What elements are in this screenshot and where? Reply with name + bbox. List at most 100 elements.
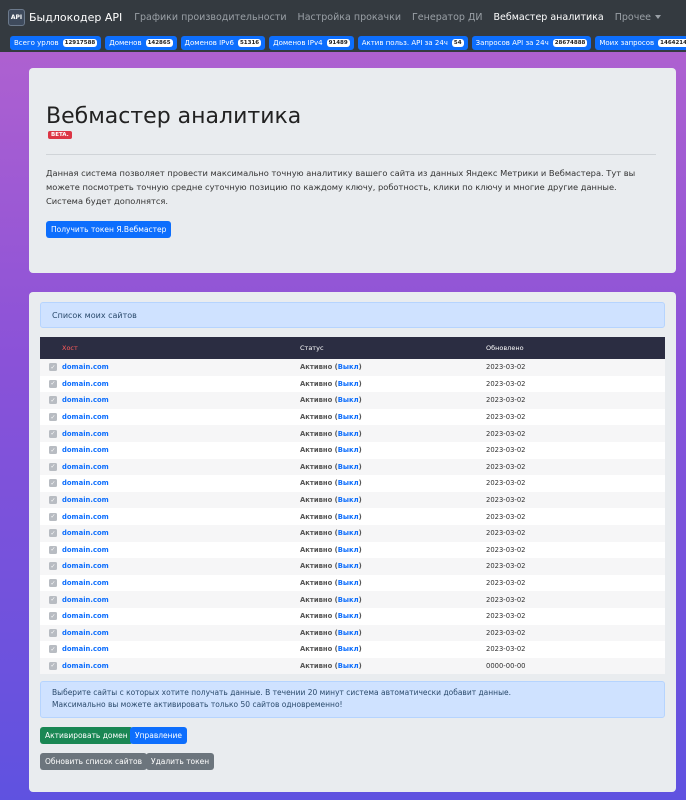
nav-link-performance-charts[interactable]: Графики производительности — [134, 12, 286, 23]
toggle-off-link[interactable]: Выкл — [338, 430, 359, 438]
toggle-off-link[interactable]: Выкл — [338, 496, 359, 504]
refresh-sites-button[interactable]: Обновить список сайтов — [40, 753, 147, 770]
host-link[interactable]: domain.com — [62, 496, 109, 504]
table-row[interactable]: ✓ domain.com Активно (Выкл) 2023-03-02 — [40, 359, 665, 376]
host-link[interactable]: domain.com — [62, 612, 109, 620]
row-checkbox[interactable]: ✓ — [49, 379, 57, 388]
host-link[interactable]: domain.com — [62, 396, 109, 404]
stat-item[interactable]: Моих запросов 1464214 — [595, 36, 686, 50]
toggle-off-link[interactable]: Выкл — [338, 546, 359, 554]
host-link[interactable]: domain.com — [62, 579, 109, 587]
table-row[interactable]: ✓ domain.com Активно (Выкл) 2023-03-02 — [40, 591, 665, 608]
toggle-off-link[interactable]: Выкл — [338, 596, 359, 604]
table-row[interactable]: ✓ domain.com Активно (Выкл) 0000-00-00 — [40, 657, 665, 675]
table-row[interactable]: ✓ domain.com Активно (Выкл) 2023-03-02 — [40, 607, 665, 625]
get-token-button[interactable]: Получить токен Я.Вебмастер — [46, 221, 172, 238]
toggle-off-link[interactable]: Выкл — [338, 463, 359, 471]
host-link[interactable]: domain.com — [62, 463, 109, 471]
host-link[interactable]: domain.com — [62, 446, 109, 454]
row-checkbox[interactable]: ✓ — [49, 628, 57, 637]
stat-item[interactable]: Запросов API за 24ч 28674888 — [471, 36, 592, 50]
column-header-host[interactable]: Хост — [40, 344, 300, 352]
table-row[interactable]: ✓ domain.com Активно (Выкл) 2023-03-02 — [40, 541, 665, 559]
row-checkbox[interactable]: ✓ — [49, 413, 57, 422]
table-row[interactable]: ✓ domain.com Активно (Выкл) 2023-03-02 — [40, 624, 665, 642]
nav-link-more-dropdown[interactable]: Прочее — [615, 12, 662, 23]
host-link[interactable]: domain.com — [62, 413, 109, 421]
toggle-off-link[interactable]: Выкл — [338, 662, 359, 670]
toggle-off-link[interactable]: Выкл — [338, 629, 359, 637]
table-row[interactable]: ✓ domain.com Активно (Выкл) 2023-03-02 — [40, 491, 665, 509]
toggle-off-link[interactable]: Выкл — [338, 380, 359, 388]
row-checkbox[interactable]: ✓ — [49, 396, 57, 405]
stat-item[interactable]: Доменов 142865 — [105, 36, 177, 50]
host-link[interactable]: domain.com — [62, 363, 109, 371]
row-checkbox[interactable]: ✓ — [49, 595, 57, 604]
manage-button[interactable]: Управление — [130, 727, 188, 744]
toggle-off-link[interactable]: Выкл — [338, 529, 359, 537]
toggle-off-link[interactable]: Выкл — [338, 562, 359, 570]
row-checkbox[interactable]: ✓ — [49, 579, 57, 588]
stat-item[interactable]: Всего урлов 12917588 — [10, 36, 102, 50]
row-checkbox[interactable]: ✓ — [49, 612, 57, 621]
host-link[interactable]: domain.com — [62, 546, 109, 554]
table-row[interactable]: ✓ domain.com Активно (Выкл) 2023-03-02 — [40, 508, 665, 525]
api-logo-icon[interactable]: API — [8, 8, 25, 26]
delete-token-button[interactable]: Удалить токен — [146, 753, 215, 770]
toggle-off-link[interactable]: Выкл — [338, 446, 359, 454]
toggle-off-link[interactable]: Выкл — [338, 413, 359, 421]
table-row[interactable]: ✓ domain.com Активно (Выкл) 2023-03-02 — [40, 558, 665, 575]
host-link[interactable]: domain.com — [62, 562, 109, 570]
host-link[interactable]: domain.com — [62, 430, 109, 438]
row-checkbox[interactable]: ✓ — [49, 512, 57, 521]
stat-item[interactable]: Доменов IPv4 91489 — [269, 36, 354, 50]
nav-link-pumping-settings[interactable]: Настройка прокачки — [298, 12, 401, 23]
nav-link-webmaster-analytics[interactable]: Вебмастер аналитика — [494, 12, 604, 23]
row-checkbox[interactable]: ✓ — [49, 545, 57, 554]
row-checkbox[interactable]: ✓ — [49, 479, 57, 488]
activate-domain-button[interactable]: Активировать домен — [40, 727, 133, 744]
column-header-status[interactable]: Статус — [300, 344, 486, 352]
toggle-off-link[interactable]: Выкл — [338, 513, 359, 521]
toggle-off-link[interactable]: Выкл — [338, 579, 359, 587]
row-checkbox[interactable]: ✓ — [49, 529, 57, 538]
table-row[interactable]: ✓ domain.com Активно (Выкл) 2023-03-02 — [40, 574, 665, 592]
table-row[interactable]: ✓ domain.com Активно (Выкл) 2023-03-02 — [40, 375, 665, 393]
toggle-off-link[interactable]: Выкл — [338, 363, 359, 371]
host-link[interactable]: domain.com — [62, 513, 109, 521]
host-link[interactable]: domain.com — [62, 662, 109, 670]
status-cell: Активно (Выкл) — [300, 529, 362, 538]
table-row[interactable]: ✓ domain.com Активно (Выкл) 2023-03-02 — [40, 475, 665, 492]
table-row[interactable]: ✓ domain.com Активно (Выкл) 2023-03-02 — [40, 524, 665, 542]
row-checkbox[interactable]: ✓ — [49, 462, 57, 471]
column-header-updated[interactable]: Обновлено — [486, 344, 665, 352]
toggle-off-link[interactable]: Выкл — [338, 396, 359, 404]
status-cell: Активно (Выкл) — [300, 579, 362, 588]
host-link[interactable]: domain.com — [62, 479, 109, 487]
host-link[interactable]: domain.com — [62, 629, 109, 637]
table-row[interactable]: ✓ domain.com Активно (Выкл) 2023-03-02 — [40, 425, 665, 442]
host-link[interactable]: domain.com — [62, 529, 109, 537]
row-checkbox[interactable]: ✓ — [49, 562, 57, 571]
toggle-off-link[interactable]: Выкл — [338, 479, 359, 487]
table-row[interactable]: ✓ domain.com Активно (Выкл) 2023-03-02 — [40, 408, 665, 426]
row-checkbox[interactable]: ✓ — [49, 429, 57, 438]
stat-item[interactable]: Доменов IPv6 51316 — [180, 36, 266, 50]
brand-name[interactable]: Быдлокодер API — [29, 11, 122, 24]
row-checkbox[interactable]: ✓ — [49, 363, 57, 372]
nav-link-generator[interactable]: Генератор ДИ — [412, 12, 482, 23]
row-checkbox[interactable]: ✓ — [49, 496, 57, 505]
toggle-off-link[interactable]: Выкл — [338, 612, 359, 620]
table-row[interactable]: ✓ domain.com Активно (Выкл) 2023-03-02 — [40, 392, 665, 409]
row-checkbox[interactable]: ✓ — [49, 446, 57, 455]
table-row[interactable]: ✓ domain.com Активно (Выкл) 2023-03-02 — [40, 441, 665, 459]
row-checkbox[interactable]: ✓ — [49, 645, 57, 654]
table-row[interactable]: ✓ domain.com Активно (Выкл) 2023-03-02 — [40, 641, 665, 658]
stat-item[interactable]: Актив польз. API за 24ч 54 — [357, 36, 468, 50]
row-checkbox[interactable]: ✓ — [49, 661, 57, 670]
table-row[interactable]: ✓ domain.com Активно (Выкл) 2023-03-02 — [40, 458, 665, 476]
host-link[interactable]: domain.com — [62, 380, 109, 388]
host-link[interactable]: domain.com — [62, 645, 109, 653]
host-link[interactable]: domain.com — [62, 596, 109, 604]
toggle-off-link[interactable]: Выкл — [338, 645, 359, 653]
